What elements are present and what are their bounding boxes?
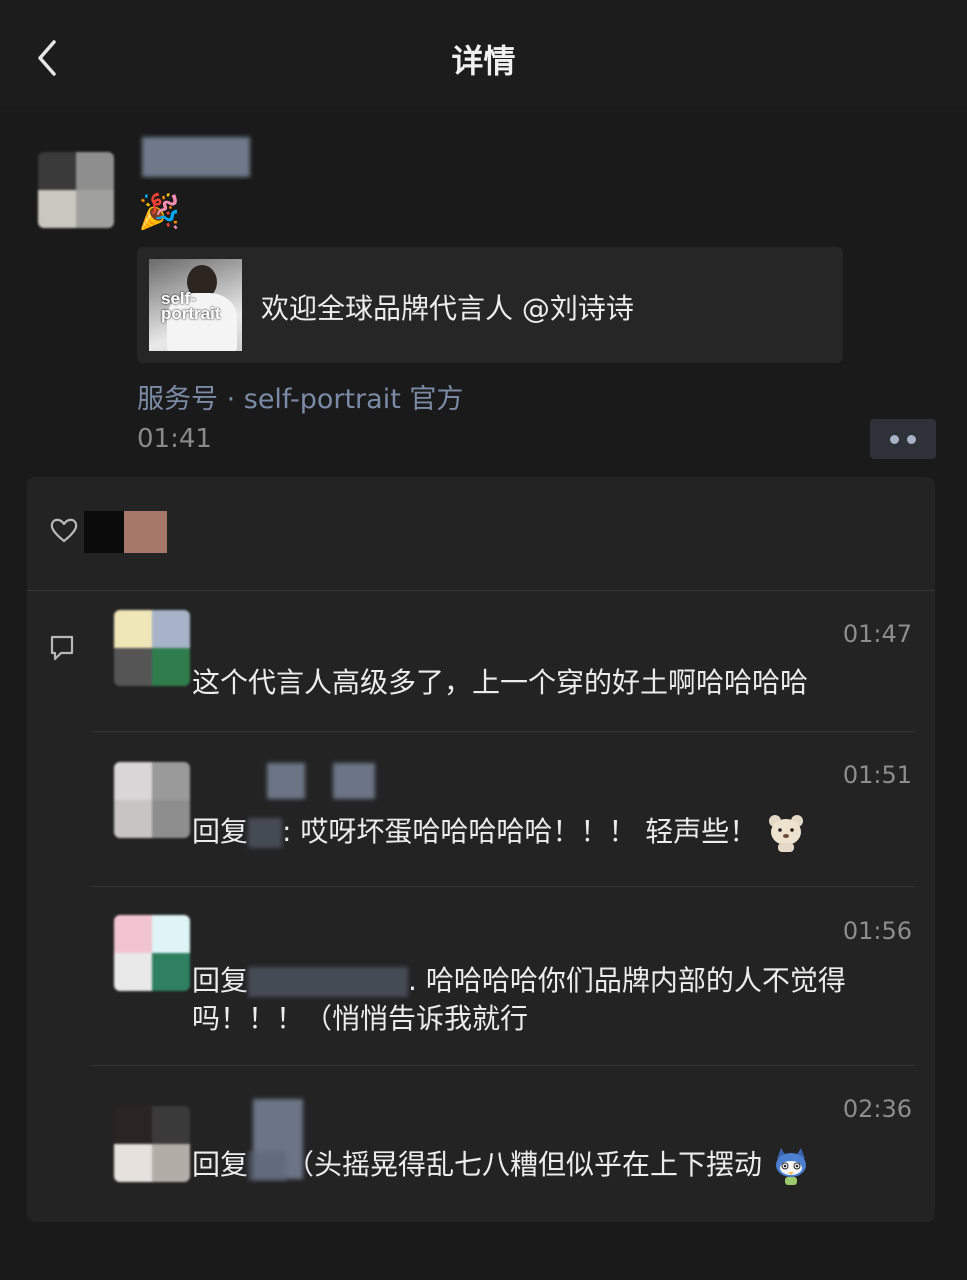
commenter-name-redacted[interactable] (333, 763, 375, 799)
comment-text[interactable]: 回复 （头摇晃得乱七八糟但似乎在上下摆动 (192, 1145, 922, 1187)
more-icon (890, 435, 899, 444)
reply-target-redacted (248, 1151, 287, 1181)
interaction-panel: 01:47 这个代言人高级多了，上一个穿的好土啊哈哈哈哈 01:51 回复 : 哎… (27, 477, 935, 1222)
avatar[interactable] (38, 152, 114, 228)
comment-timestamp: 01:47 (842, 620, 912, 648)
divider (92, 886, 915, 887)
comment-timestamp: 01:51 (842, 761, 912, 789)
divider (92, 1065, 915, 1066)
commenter-avatar[interactable] (114, 762, 190, 838)
like-heart-icon (50, 518, 78, 543)
reply-target-redacted (248, 967, 409, 997)
more-icon-dot (907, 435, 916, 444)
comment-timestamp: 01:56 (842, 917, 912, 945)
article-title: 欢迎全球品牌代言人 @刘诗诗 (261, 292, 634, 325)
comment-text[interactable]: 回复. 哈哈哈哈你们品牌内部的人不觉得吗！！！（悄悄告诉我就行 (192, 962, 922, 1038)
reply-label: 回复 (192, 1148, 249, 1181)
comment-body: （头摇晃得乱七八糟但似乎在上下摆动 (286, 1148, 763, 1181)
reply-target-redacted (248, 818, 283, 848)
thumbnail-brand-text: self- portrait (161, 289, 221, 323)
comment-icon (50, 635, 74, 661)
party-popper-icon: 🎉 (138, 192, 181, 232)
poster-name-redacted[interactable] (142, 137, 250, 177)
divider (27, 590, 935, 591)
commenter-avatar[interactable] (114, 610, 190, 686)
reply-label: 回复 (192, 964, 249, 997)
page-title: 详情 (451, 42, 516, 80)
divider (92, 731, 915, 732)
comment-text[interactable]: 这个代言人高级多了，上一个穿的好土啊哈哈哈哈 (192, 664, 922, 702)
bear-emoji-icon (769, 815, 804, 852)
liker-avatar[interactable] (84, 511, 124, 553)
liker-avatar[interactable] (124, 511, 167, 553)
more-button[interactable] (870, 419, 936, 459)
commenter-avatar[interactable] (114, 1106, 190, 1182)
comment-body: : 哎呀坏蛋哈哈哈哈哈！！！ 轻声些！ (282, 815, 758, 848)
navigation-bar: 详情 (0, 0, 967, 106)
commenter-avatar[interactable] (114, 915, 190, 991)
commenter-name-redacted[interactable] (267, 763, 305, 799)
article-thumbnail: self- portrait (149, 259, 242, 351)
blue-bird-emoji-icon (775, 1148, 806, 1185)
comment-text[interactable]: 回复 : 哎呀坏蛋哈哈哈哈哈！！！ 轻声些！ (192, 812, 922, 854)
source-link[interactable]: 服务号 · self-portrait 官方 (137, 377, 463, 416)
comment-timestamp: 02:36 (842, 1095, 912, 1123)
post-timestamp: 01:41 (137, 424, 212, 454)
comment-body: 这个代言人高级多了，上一个穿的好土啊哈哈哈哈 (192, 666, 809, 699)
reply-label: 回复 (192, 815, 249, 848)
shared-article-card[interactable]: self- portrait 欢迎全球品牌代言人 @刘诗诗 (137, 247, 843, 363)
